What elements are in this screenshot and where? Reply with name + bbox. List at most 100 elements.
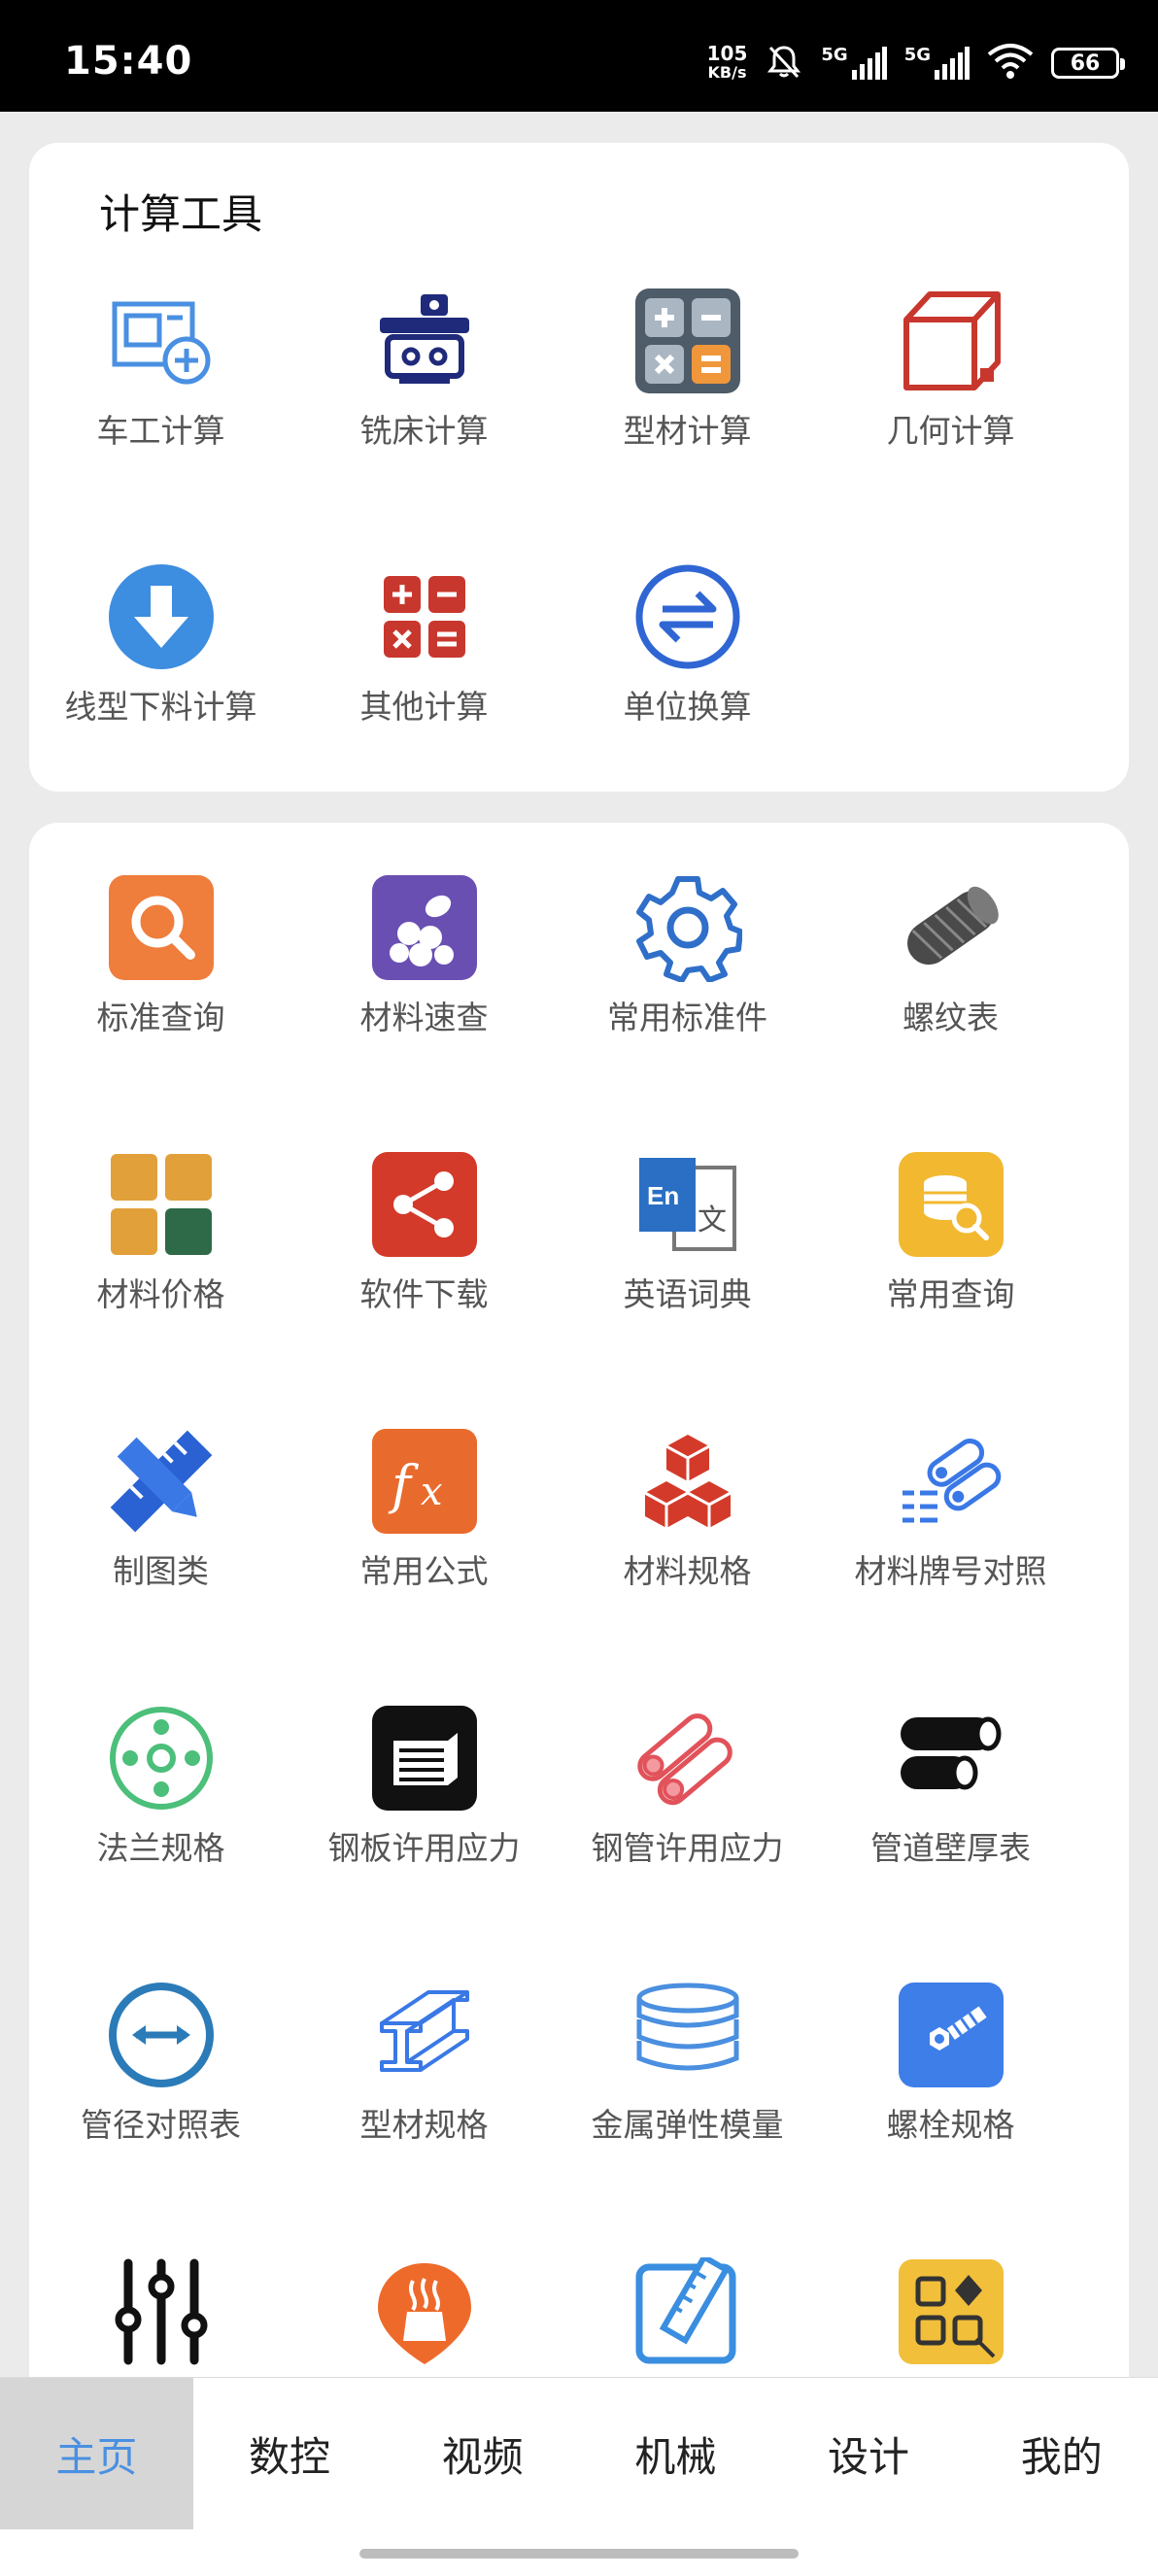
calc-item-label: 线型下料计算 [64,688,257,726]
battery-level: 66 [1070,51,1101,76]
gear-icon [633,873,742,982]
tool-item-label: 钢板许用应力 [327,1829,521,1867]
math-ops-icon [370,562,479,671]
network-speed: 105 KB/s [707,44,748,83]
boiler-icon [370,2257,479,2366]
tool-item-row6-1[interactable] [29,2257,292,2396]
steel-plate-icon [370,1704,479,1813]
tool-item-english-dictionary[interactable]: En 文 英语词典 [556,1150,819,1344]
database-search-icon [897,1150,1005,1259]
status-bar: 15:40 105 KB/s 5G 5G 66 [0,0,1158,112]
tab-design[interactable]: 设计 [772,2378,966,2529]
cube-icon [897,287,1005,395]
mute-bell-icon [765,42,803,85]
signal-bars-icon [935,47,970,80]
apps-icon [897,2257,1005,2366]
sim1-label: 5G [821,45,848,65]
tab-mine[interactable]: 我的 [965,2378,1158,2529]
lathe-icon [107,287,216,395]
pipes-list-icon [897,1427,1005,1536]
svg-text:文: 文 [698,1203,727,1237]
tool-item-label: 型材规格 [359,2106,489,2144]
search-icon [107,873,216,982]
i-beam-icon [370,1981,479,2089]
calc-item-unit-conversion[interactable]: 单位换算 [556,562,819,757]
tool-item-label: 材料规格 [623,1552,752,1590]
signal-bars-icon [851,47,887,80]
tool-item-label: 制图类 [113,1552,209,1590]
sliders-icon [107,2257,216,2366]
tool-item-standard-parts[interactable]: 常用标准件 [556,873,819,1068]
calculator-icon [633,287,742,395]
wifi-icon [987,43,1034,84]
tab-cnc[interactable]: 数控 [193,2378,387,2529]
tab-video[interactable]: 视频 [386,2378,579,2529]
calc-item-geometry[interactable]: 几何计算 [819,287,1082,481]
tool-item-common-formulas[interactable]: f x 常用公式 [292,1427,556,1621]
tool-item-label: 金属弹性模量 [591,2106,784,2144]
share-icon [370,1150,479,1259]
tools-card: 标准查询 材料速查 常用标准件 螺纹表 材料价格 软件下载 En 文 英语词典 … [29,823,1129,2396]
calc-item-profile[interactable]: 型材计算 [556,287,819,481]
steel-pipe-icon [633,1704,742,1813]
status-icons: 105 KB/s 5G 5G 66 [707,39,1125,87]
dictionary-icon: En 文 [633,1150,742,1259]
pipe-wall-icon [897,1704,1005,1813]
calc-item-label: 型材计算 [623,412,752,450]
tool-item-material-price[interactable]: 材料价格 [29,1150,292,1344]
tool-item-standard-query[interactable]: 标准查询 [29,873,292,1068]
tool-item-thread-table[interactable]: 螺纹表 [819,873,1082,1068]
tool-item-pipe-diameter[interactable]: 管径对照表 [29,1981,292,2175]
calc-item-lathe[interactable]: 车工计算 [29,287,292,481]
svg-text:x: x [421,1470,443,1514]
calc-item-label: 其他计算 [359,688,489,726]
tool-item-common-query[interactable]: 常用查询 [819,1150,1082,1344]
tool-item-plate-stress[interactable]: 钢板许用应力 [292,1704,556,1898]
tool-item-bolt-specs[interactable]: 螺栓规格 [819,1981,1082,2175]
tool-item-grade-comparison[interactable]: 材料牌号对照 [819,1427,1082,1621]
tool-item-label: 材料速查 [359,999,489,1036]
tool-item-elastic-modulus[interactable]: 金属弹性模量 [556,1981,819,2175]
signal-sim2: 5G [904,45,970,80]
tool-item-label: 材料牌号对照 [854,1552,1047,1590]
grid-squares-icon [107,1150,216,1259]
tool-item-pipe-stress[interactable]: 钢管许用应力 [556,1704,819,1898]
tool-item-profile-specs[interactable]: 型材规格 [292,1981,556,2175]
tab-home[interactable]: 主页 [0,2378,193,2529]
battery-indicator: 66 [1051,48,1125,79]
tool-item-pipe-wall-thickness[interactable]: 管道壁厚表 [819,1704,1082,1898]
tool-item-flange-specs[interactable]: 法兰规格 [29,1704,292,1898]
tool-item-row6-2[interactable] [292,2257,556,2396]
tool-item-software-download[interactable]: 软件下载 [292,1150,556,1344]
calc-item-other[interactable]: 其他计算 [292,562,556,757]
gesture-bar-area [0,2529,1158,2576]
tool-item-label: 钢管许用应力 [591,1829,784,1867]
milling-machine-icon [370,287,479,395]
swap-icon [633,562,742,671]
tool-item-row6-3[interactable] [556,2257,819,2396]
network-speed-unit: KB/s [707,63,747,82]
thread-bolt-icon [897,873,1005,982]
boxes-icon [633,1427,742,1536]
tab-mechanical[interactable]: 机械 [579,2378,772,2529]
flange-icon [107,1704,216,1813]
tool-item-label: 材料价格 [96,1275,225,1313]
tool-item-material-lookup[interactable]: 材料速查 [292,873,556,1068]
tool-item-material-specs[interactable]: 材料规格 [556,1427,819,1621]
bottom-tab-bar: 主页 数控 视频 机械 设计 我的 [0,2377,1158,2529]
download-arrow-icon [107,562,216,671]
signal-sim1: 5G [821,45,887,80]
formula-icon: f x [370,1427,479,1536]
tool-item-drawing[interactable]: 制图类 [29,1427,292,1621]
tool-item-label: 螺纹表 [903,999,999,1036]
calc-item-linear-cutting[interactable]: 线型下料计算 [29,562,292,757]
calc-item-milling[interactable]: 铣床计算 [292,287,556,481]
section-title: 计算工具 [99,190,263,238]
home-indicator[interactable] [359,2549,799,2559]
bolt-icon [897,1981,1005,2089]
tool-item-label: 螺栓规格 [886,2106,1015,2144]
status-time: 15:40 [64,39,193,84]
tool-item-label: 常用公式 [359,1552,489,1590]
tool-item-label: 管径对照表 [81,2106,241,2144]
tool-item-row6-4[interactable] [819,2257,1082,2396]
